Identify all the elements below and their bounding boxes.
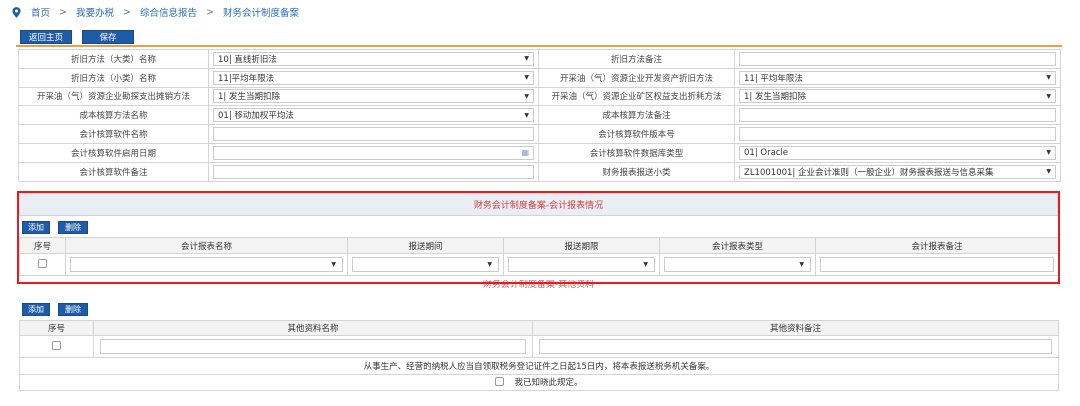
table-row	[19, 335, 1059, 358]
oilgas-explore-select[interactable]: 1| 发生当期扣除 ▼	[213, 89, 534, 104]
oilgas-dev-select[interactable]: 11| 平均年限法 ▼	[739, 70, 1056, 85]
depreciation-minor-value: 11|平均年限法	[218, 73, 275, 84]
acknowledge-control[interactable]: 我已知晓此规定。	[495, 376, 583, 388]
depreciation-note-input[interactable]	[739, 51, 1056, 66]
breadcrumb-separator: >	[123, 6, 131, 18]
oilgas-mining-label: 开采油（气）资源企业矿区权益支出折耗方法	[538, 86, 735, 107]
depreciation-major-label: 折旧方法（大类）名称	[18, 49, 209, 69]
depreciation-major-select[interactable]: 10| 直线折旧法 ▼	[213, 51, 534, 66]
acknowledge-label: 我已知晓此规定。	[514, 377, 583, 388]
column-header: 其他资料备注	[532, 320, 1059, 336]
row-checkbox[interactable]	[52, 340, 61, 350]
software-db-select[interactable]: 01| Oracle ▼	[739, 145, 1056, 160]
cost-method-label: 成本核算方法名称	[18, 105, 209, 126]
save-button[interactable]: 保存	[82, 30, 134, 44]
home-button[interactable]: 返回主页	[20, 30, 72, 44]
filing-notice: 从事生产、经营的纳税人应当自领取税务登记证件之日起15日内，将本表报送税务机关备…	[19, 357, 1059, 375]
toolbar-divider	[16, 45, 1062, 47]
software-db-value: 01| Oracle	[744, 147, 789, 158]
oilgas-explore-value: 1| 发生当期扣除	[218, 92, 280, 103]
software-version-label: 会计核算软件版本号	[538, 124, 735, 144]
chevron-down-icon: ▼	[524, 92, 529, 100]
depreciation-minor-select[interactable]: 11|平均年限法 ▼	[213, 70, 534, 85]
column-header: 序号	[19, 320, 94, 336]
breadcrumb: 首页 > 我要办税 > 综合信息报告 > 财务会计制度备案	[12, 4, 299, 20]
breadcrumb-report[interactable]: 综合信息报告	[140, 5, 197, 19]
chevron-down-icon: ▼	[1046, 149, 1051, 157]
oilgas-dev-value: 11| 平均年限法	[744, 73, 803, 84]
software-db-label: 会计核算软件数据库类型	[538, 142, 735, 163]
breadcrumb-separator: >	[205, 6, 214, 18]
chevron-down-icon: ▼	[1046, 92, 1051, 100]
chevron-down-icon: ▼	[524, 74, 529, 82]
chevron-down-icon: ▼	[1046, 168, 1051, 176]
filing-form-table: 折旧方法（大类）名称 10| 直线折旧法 ▼ 折旧方法备注 折旧方法（小类）名称 …	[18, 49, 1061, 182]
software-note-label: 会计核算软件备注	[18, 161, 209, 182]
breadcrumb-current: 财务会计制度备案	[222, 8, 299, 19]
cost-method-value: 01| 移动加权平均法	[218, 111, 294, 122]
report-sub-value: ZL1001001| 企业会计准则（一般企业）财务报表报送与信息采集	[744, 167, 994, 178]
acknowledge-checkbox[interactable]	[495, 377, 505, 387]
depreciation-major-value: 10| 直线折旧法	[218, 54, 277, 65]
oilgas-dev-label: 开采油（气）资源企业开发资产折旧方法	[538, 67, 735, 88]
breadcrumb-tax[interactable]: 我要办税	[76, 5, 114, 19]
chevron-down-icon: ▼	[524, 111, 529, 119]
report-sub-select[interactable]: ZL1001001| 企业会计准则（一般企业）财务报表报送与信息采集 ▼	[739, 164, 1056, 179]
calendar-icon[interactable]: ▦	[521, 148, 529, 157]
breadcrumb-home[interactable]: 首页	[31, 5, 50, 19]
cost-note-input[interactable]	[739, 108, 1056, 123]
other-table: 序号 其他资料名称 其他资料备注 从事生产、经营的纳税人应当自领取税务登记证件之…	[19, 320, 1059, 391]
software-name-label: 会计核算软件名称	[18, 124, 209, 144]
software-date-input[interactable]: ▦	[213, 145, 534, 160]
oilgas-mining-select[interactable]: 1| 发生当期扣除 ▼	[739, 89, 1056, 104]
cost-method-select[interactable]: 01| 移动加权平均法 ▼	[213, 108, 534, 123]
chevron-down-icon: ▼	[1046, 74, 1051, 82]
cost-note-label: 成本核算方法备注	[538, 105, 735, 126]
highlight-frame	[17, 191, 1060, 284]
oilgas-explore-label: 开采油（气）资源企业勘探支出摊销方法	[18, 86, 209, 107]
column-header: 其他资料名称	[93, 320, 533, 336]
software-version-input[interactable]	[739, 127, 1056, 142]
other-note-input[interactable]	[539, 339, 1052, 354]
chevron-down-icon: ▼	[524, 55, 529, 63]
software-note-input[interactable]	[213, 164, 534, 179]
depreciation-minor-label: 折旧方法（小类）名称	[18, 67, 209, 88]
breadcrumb-separator: >	[59, 6, 67, 18]
depreciation-note-label: 折旧方法备注	[538, 49, 735, 69]
software-date-label: 会计核算软件启用日期	[18, 142, 209, 163]
other-add-button[interactable]: 添加	[22, 303, 50, 316]
software-name-input[interactable]	[213, 127, 534, 142]
other-name-input[interactable]	[100, 339, 526, 354]
oilgas-mining-value: 1| 发生当期扣除	[744, 92, 806, 103]
location-pin-icon	[12, 6, 21, 18]
report-sub-label: 财务报表报送小类	[538, 161, 735, 182]
other-delete-button[interactable]: 删除	[58, 303, 88, 316]
